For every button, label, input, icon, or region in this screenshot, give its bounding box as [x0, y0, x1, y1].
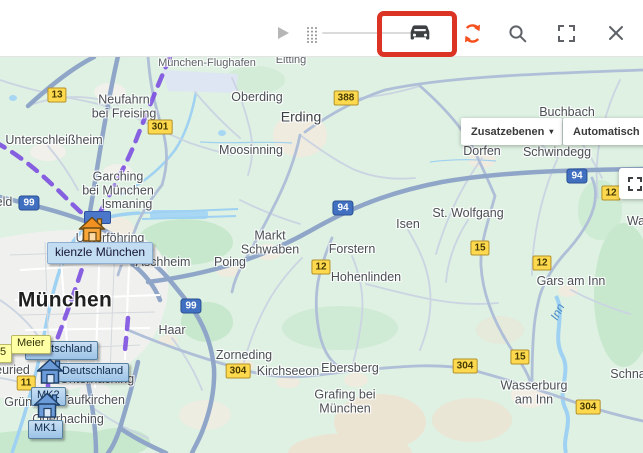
search-icon[interactable]	[507, 23, 527, 43]
marker-tooltip[interactable]: Deutschland	[56, 363, 130, 382]
marker-tooltip[interactable]: kienzle München	[47, 242, 154, 264]
house-marker-blue[interactable]	[32, 389, 62, 419]
marker-tooltip[interactable]: Meier	[11, 335, 51, 354]
car-icon[interactable]	[406, 19, 434, 47]
play-icon[interactable]	[276, 26, 290, 40]
house-marker-blue[interactable]	[35, 355, 65, 385]
zusatzebenen-button[interactable]: Zusatzebenen ▾	[461, 118, 563, 145]
app-window: München-Flughafen Eitting Oberding Erding Mo…	[0, 0, 643, 453]
chevron-down-icon: ▾	[549, 127, 554, 136]
map-canvas[interactable]: München-Flughafen Eitting Oberding Erding Mo…	[0, 53, 643, 453]
refresh-icon[interactable]	[461, 22, 483, 44]
fullscreen-brackets-icon	[627, 176, 642, 191]
house-marker-orange[interactable]	[77, 213, 107, 243]
close-icon[interactable]	[607, 24, 625, 42]
automatisch-dropdown[interactable]: Automatisch▾	[563, 118, 643, 145]
slider-grip-icon[interactable]	[305, 25, 317, 43]
marker-tooltip[interactable]: MK1	[28, 420, 63, 439]
zusatzebenen-label: Zusatzebenen	[471, 125, 545, 138]
toolbar	[0, 0, 643, 57]
fullscreen-icon[interactable]	[557, 24, 575, 42]
automatisch-label: Automatisch	[573, 125, 640, 138]
map-marker-layer: 5DeutschlandMeierDeutschlandMK2MK1kienzl…	[0, 0, 643, 453]
map-fullscreen-button[interactable]	[619, 168, 643, 199]
